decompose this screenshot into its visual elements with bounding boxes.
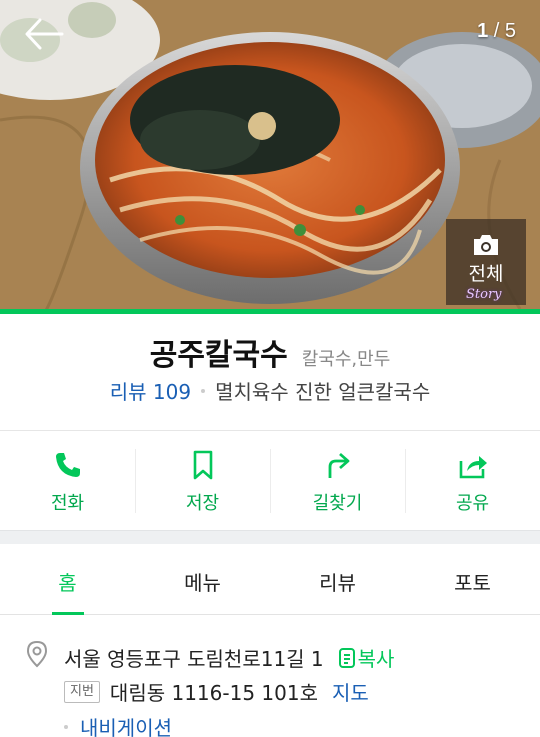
save-label: 저장 <box>185 493 220 514</box>
counter-current: 1 <box>477 20 489 42</box>
share-label: 공유 <box>455 493 490 514</box>
phone-icon <box>55 453 80 477</box>
navigation-row: 내비게이션 <box>64 712 172 737</box>
map-link[interactable]: 지도 <box>332 677 369 706</box>
hero-photo[interactable]: 1 / 5 전체 Story <box>0 0 540 309</box>
lot-address: 대림동 1116-15 101호 <box>109 681 318 705</box>
copy-label: 복사 <box>357 647 395 671</box>
directions-button[interactable]: 길찾기 <box>270 431 405 530</box>
address-section: 서울 영등포구 도림천로11길 1 복사 지번 대림동 1116-15 101호… <box>0 616 540 737</box>
share-icon <box>459 456 487 479</box>
bookmark-icon <box>193 450 212 480</box>
place-category: 칼국수,만두 <box>301 349 391 370</box>
tab-menu[interactable]: 메뉴 <box>135 545 270 614</box>
title-row: 공주칼국수 칼국수,만두 <box>0 330 540 374</box>
camera-icon <box>474 235 498 255</box>
tab-photos[interactable]: 포토 <box>405 545 540 614</box>
navigation-link[interactable]: 내비게이션 <box>80 712 172 737</box>
all-photos-label: 전체 <box>468 263 504 285</box>
road-address-row: 서울 영등포구 도림천로11길 1 복사 <box>64 643 394 672</box>
separator-dot <box>64 724 68 729</box>
save-button[interactable]: 저장 <box>135 431 270 530</box>
call-label: 전화 <box>50 493 85 514</box>
photo-page-counter: 1 / 5 <box>477 20 516 43</box>
tab-bar: 홈 메뉴 리뷰 포토 <box>0 545 540 615</box>
directions-label: 길찾기 <box>312 493 363 514</box>
section-gap <box>0 530 540 544</box>
copy-address-button[interactable]: 복사 <box>338 643 395 672</box>
back-button[interactable] <box>22 14 66 54</box>
copy-icon <box>338 647 355 668</box>
directions-icon <box>328 452 349 478</box>
place-info: 공주칼국수 칼국수,만두 리뷰 109 멸치육수 진한 얼큰칼국수 <box>0 314 540 430</box>
arrow-left-icon <box>25 18 64 50</box>
call-button[interactable]: 전화 <box>0 431 135 530</box>
action-bar: 전화 저장 길찾기 공유 <box>0 431 540 530</box>
location-pin-icon <box>26 640 48 668</box>
lot-badge: 지번 <box>64 680 100 703</box>
road-address: 서울 영등포구 도림천로11길 1 <box>64 647 324 671</box>
tab-reviews[interactable]: 리뷰 <box>270 545 405 614</box>
review-count-link[interactable]: 리뷰 109 <box>110 376 191 405</box>
place-subline: 리뷰 109 멸치육수 진한 얼큰칼국수 <box>0 376 540 405</box>
lot-address-row: 지번 대림동 1116-15 101호 지도 <box>64 677 369 706</box>
separator-dot <box>201 388 206 393</box>
tab-home[interactable]: 홈 <box>0 545 135 614</box>
place-name: 공주칼국수 <box>149 338 288 373</box>
share-button[interactable]: 공유 <box>405 431 540 530</box>
place-description: 멸치육수 진한 얼큰칼국수 <box>215 380 431 404</box>
photo-watermark: Story <box>466 287 502 302</box>
counter-total: / 5 <box>493 20 516 42</box>
